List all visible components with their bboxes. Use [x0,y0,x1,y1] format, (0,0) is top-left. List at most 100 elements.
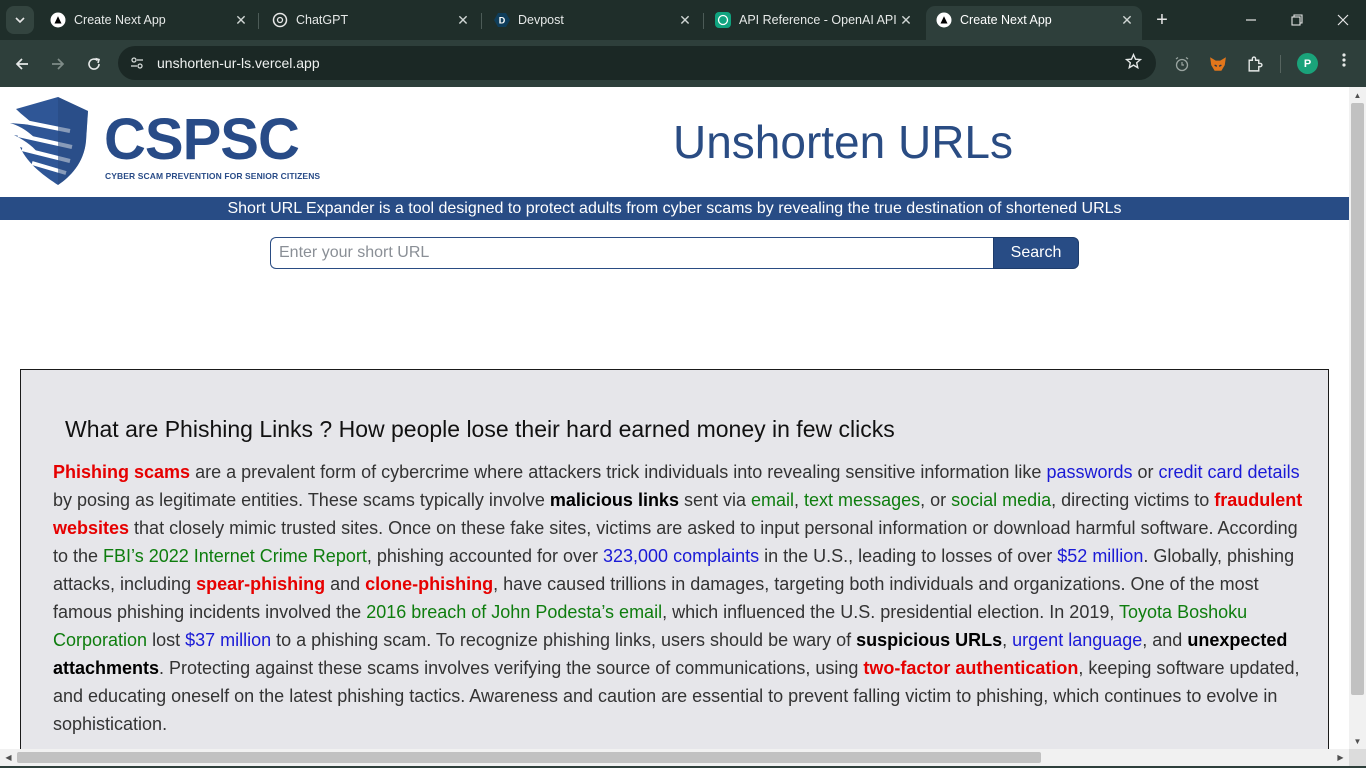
url-text[interactable]: unshorten-ur-ls.vercel.app [157,55,320,71]
tab-devpost[interactable]: D Devpost ✕ [484,6,700,34]
highlighted-term: Phishing scams [53,462,191,482]
highlighted-term: $37 million [185,630,272,650]
short-url-input[interactable] [270,237,995,269]
close-icon[interactable]: ✕ [454,11,472,29]
logo-wordmark: CSPSC [104,107,300,172]
openai-icon [715,12,731,28]
info-heading: What are Phishing Links ? How people los… [65,416,895,442]
paragraph-text: and [325,574,366,594]
close-icon[interactable]: ✕ [1118,11,1136,29]
highlighted-term: suspicious URLs [856,630,1003,650]
paragraph-text: , [794,490,805,510]
minimize-icon [1246,19,1256,21]
tab-chatgpt[interactable]: ChatGPT ✕ [262,6,478,34]
profile-avatar[interactable]: P [1297,53,1318,74]
tab-title: API Reference - OpenAI API [739,13,897,27]
browser-toolbar: unshorten-ur-ls.vercel.app P [0,40,1366,87]
logo-tagline: CYBER SCAM PREVENTION FOR SENIOR CITIZEN… [105,171,321,181]
highlighted-term: FBI’s 2022 Internet Crime Report [103,546,367,566]
scroll-down-arrow-icon[interactable]: ▼ [1349,733,1366,749]
alarm-extension-icon[interactable] [1171,53,1193,75]
tab-title: Create Next App [74,13,166,27]
tab-title: Devpost [518,13,564,27]
menu-kebab-icon[interactable] [1334,52,1354,73]
forward-button[interactable] [44,50,72,78]
paragraph-text: , directing victims to [1051,490,1215,510]
close-icon [1337,14,1349,26]
close-icon[interactable]: ✕ [676,11,694,29]
highlighted-term: 2016 breach of John Podesta’s email [366,602,663,622]
paragraph-text: or [1132,462,1159,482]
tab-api-reference[interactable]: API Reference - OpenAI API ✕ [705,6,921,34]
new-tab-button[interactable]: + [1150,8,1174,32]
restore-icon [1291,14,1303,26]
tab-divider [258,13,259,29]
site-settings-icon[interactable] [128,54,146,72]
paragraph-text: , which influenced the U.S. presidential… [662,602,1120,622]
arrow-right-icon [52,58,65,70]
metamask-fox-icon[interactable] [1207,53,1229,75]
highlighted-term: email [751,490,795,510]
vertical-scrollbar[interactable]: ▲ ▼ [1349,87,1366,749]
highlighted-term: passwords [1046,462,1133,482]
address-bar[interactable]: unshorten-ur-ls.vercel.app [118,46,1156,80]
close-window-button[interactable] [1320,6,1366,34]
scrollbar-corner [1349,749,1366,766]
close-icon[interactable]: ✕ [897,11,915,29]
highlighted-term: spear-phishing [196,574,326,594]
cspsc-logo[interactable]: CSPSC CYBER SCAM PREVENTION FOR SENIOR C… [10,97,330,187]
toolbar-divider [1280,55,1281,73]
paragraph-text: in the U.S., leading to losses of over [759,546,1058,566]
scroll-right-arrow-icon[interactable]: ▶ [1332,749,1349,766]
tab-divider [481,13,482,29]
paragraph-text: . Protecting against these scams involve… [159,658,864,678]
highlighted-term: $52 million [1057,546,1144,566]
paragraph-text: lost [147,630,186,650]
horizontal-scrollbar[interactable]: ◀ ▶ [0,749,1349,766]
tab-create-next-app-active[interactable]: Create Next App ✕ [926,6,1142,40]
minimize-button[interactable] [1228,6,1274,34]
search-form: Search [270,237,1079,269]
close-icon[interactable]: ✕ [232,11,250,29]
scroll-left-arrow-icon[interactable]: ◀ [0,749,17,766]
nextjs-icon [936,12,952,28]
paragraph-text: are a prevalent form of cybercrime where… [190,462,1047,482]
highlighted-term: text messages [804,490,921,510]
back-button[interactable] [8,50,36,78]
paragraph-text: sent via [678,490,752,510]
paragraph-text: , or [920,490,952,510]
page-viewport: CSPSC CYBER SCAM PREVENTION FOR SENIOR C… [0,87,1349,749]
highlighted-term: two-factor authentication [863,658,1079,678]
tab-title: Create Next App [960,13,1052,27]
chevron-down-icon [15,17,25,24]
reload-icon [88,57,100,70]
paragraph-text: , and [1142,630,1188,650]
bookmark-star-icon[interactable] [1124,52,1143,75]
horizontal-scroll-thumb[interactable] [17,752,1041,763]
tab-title: ChatGPT [296,13,349,27]
highlighted-term: clone-phishing [365,574,494,594]
tab-create-next-app[interactable]: Create Next App ✕ [40,6,256,34]
info-paragraph: Phishing scams are a prevalent form of c… [53,458,1303,738]
highlighted-term: social media [951,490,1052,510]
paragraph-text: , [1002,630,1013,650]
highlighted-term: credit card details [1158,462,1300,482]
phishing-info-panel: What are Phishing Links ? How people los… [20,369,1329,749]
tagline-banner: Short URL Expander is a tool designed to… [0,197,1349,220]
tab-divider [703,13,704,29]
restore-button[interactable] [1274,6,1320,34]
svg-text:D: D [499,16,506,26]
nextjs-icon [50,12,66,28]
tab-search-button[interactable] [6,6,34,34]
scroll-up-arrow-icon[interactable]: ▲ [1349,87,1366,103]
paragraph-text: , phishing accounted for over [366,546,603,566]
paragraph-text: by posing as legitimate entities. These … [53,490,550,510]
extensions-puzzle-icon[interactable] [1243,53,1265,75]
arrow-left-icon [15,58,28,70]
highlighted-term: 323,000 complaints [603,546,760,566]
devpost-icon: D [494,12,510,28]
shield-logo-icon [10,97,88,185]
vertical-scroll-thumb[interactable] [1351,103,1364,695]
search-button[interactable]: Search [993,237,1079,269]
reload-button[interactable] [80,50,108,78]
